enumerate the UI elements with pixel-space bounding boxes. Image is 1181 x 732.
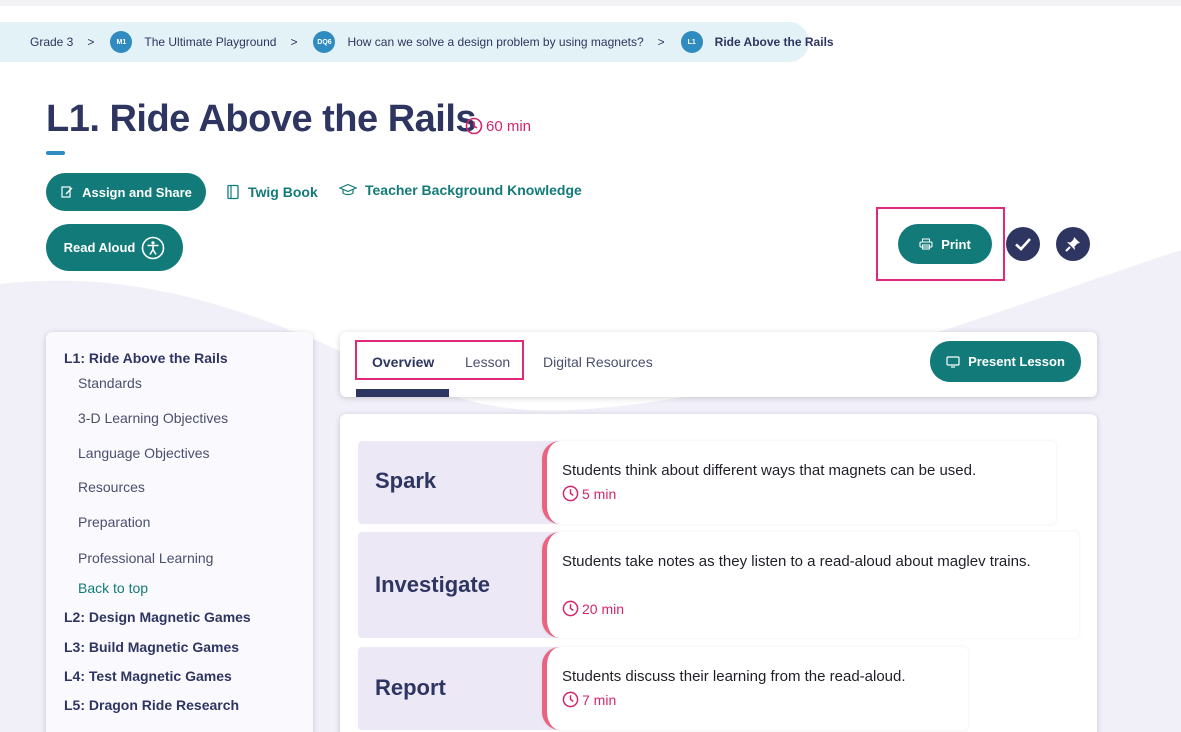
breadcrumb-separator: > <box>290 35 298 49</box>
read-aloud-label: Read Aloud <box>63 240 136 255</box>
clock-icon <box>562 485 579 502</box>
breadcrumb-separator: > <box>657 35 665 49</box>
tab-overview[interactable]: Overview <box>372 354 434 370</box>
phase-description: Students think about different ways that… <box>562 462 977 479</box>
mark-complete-button[interactable] <box>1006 227 1040 261</box>
back-to-top-link[interactable]: Back to top <box>78 580 148 596</box>
page-title: L1. Ride Above the Rails <box>46 98 477 140</box>
phase-time: 5 min <box>562 485 616 502</box>
module-badge: M1 <box>110 31 133 53</box>
present-lesson-button[interactable]: Present Lesson <box>930 341 1081 382</box>
active-tab-indicator <box>356 389 449 397</box>
clock-icon <box>465 117 483 135</box>
assign-share-button[interactable]: Assign and Share <box>46 173 206 211</box>
breadcrumb-grade[interactable]: Grade 3 <box>30 35 73 49</box>
dq-badge: DQ6 <box>313 31 336 53</box>
assign-icon <box>61 186 73 198</box>
tab-lesson[interactable]: Lesson <box>465 354 510 370</box>
sidebar-item-language-objectives[interactable]: Language Objectives <box>78 445 210 461</box>
sidebar-item-professional-learning[interactable]: Professional Learning <box>78 550 213 566</box>
clock-icon <box>562 600 579 617</box>
sidebar-lesson-l5[interactable]: L5: Dragon Ride Research <box>64 697 239 713</box>
lesson-duration: 60 min <box>465 117 531 135</box>
sidebar-item-preparation[interactable]: Preparation <box>78 514 150 530</box>
twig-book-label: Twig Book <box>248 184 318 200</box>
book-icon <box>227 184 239 200</box>
breadcrumb-separator: > <box>87 35 95 49</box>
phase-name: Report <box>375 675 446 700</box>
sidebar-current-lesson[interactable]: L1: Ride Above the Rails <box>64 350 228 366</box>
breadcrumb-lesson: L1 Ride Above the Rails <box>680 31 834 53</box>
present-icon <box>946 355 960 368</box>
graduation-cap-icon <box>339 183 357 196</box>
breadcrumb-module[interactable]: M1 The Ultimate Playground <box>110 31 276 53</box>
phase-spark: Spark Students think about different way… <box>358 441 1056 524</box>
sidebar-lesson-l4[interactable]: L4: Test Magnetic Games <box>64 668 232 684</box>
phase-time: 20 min <box>562 600 624 617</box>
tab-digital-resources[interactable]: Digital Resources <box>543 354 653 370</box>
print-button[interactable]: Print <box>898 224 992 264</box>
clock-icon <box>562 691 579 708</box>
phase-name: Investigate <box>375 572 490 597</box>
title-underline <box>46 151 65 155</box>
twig-book-link[interactable]: Twig Book <box>226 184 318 200</box>
breadcrumb-module-label: The Ultimate Playground <box>144 35 277 49</box>
phase-card: Students take notes as they listen to a … <box>542 532 1079 638</box>
phase-time-text: 7 min <box>582 691 617 708</box>
phase-description: Students take notes as they listen to a … <box>562 553 1031 570</box>
phase-time-text: 20 min <box>582 600 625 617</box>
sidebar-item-learning-objectives[interactable]: 3-D Learning Objectives <box>78 410 228 426</box>
sidebar-lesson-l2[interactable]: L2: Design Magnetic Games <box>64 609 251 625</box>
phase-name: Spark <box>375 468 437 493</box>
phase-description: Students discuss their learning from the… <box>562 668 906 685</box>
phase-time: 7 min <box>562 691 616 708</box>
assign-share-label: Assign and Share <box>82 184 192 200</box>
sidebar-lesson-l3[interactable]: L3: Build Magnetic Games <box>64 639 239 655</box>
accessibility-icon <box>142 236 165 259</box>
phase-report: Report Students discuss their learning f… <box>358 647 968 730</box>
lesson-sidebar: L1: Ride Above the Rails Standards 3-D L… <box>46 332 313 732</box>
teacher-background-link[interactable]: Teacher Background Knowledge <box>339 182 582 198</box>
breadcrumb: Grade 3 > M1 The Ultimate Playground > D… <box>0 22 834 62</box>
pin-icon <box>1065 237 1080 252</box>
sidebar-item-resources[interactable]: Resources <box>78 479 145 495</box>
print-label: Print <box>941 236 971 252</box>
breadcrumb-dq-label: How can we solve a design problem by usi… <box>347 35 644 49</box>
check-icon <box>1015 238 1031 251</box>
present-lesson-label: Present Lesson <box>968 354 1065 369</box>
phase-card: Students think about different ways that… <box>542 441 1056 524</box>
phase-investigate: Investigate Students take notes as they … <box>358 532 1079 638</box>
lesson-badge: L1 <box>680 31 703 53</box>
lesson-duration-text: 60 min <box>486 117 532 135</box>
breadcrumb-lesson-label: Ride Above the Rails <box>714 35 834 49</box>
teacher-background-label: Teacher Background Knowledge <box>365 182 582 198</box>
breadcrumb-dq[interactable]: DQ6 How can we solve a design problem by… <box>313 31 644 53</box>
pin-button[interactable] <box>1056 227 1090 261</box>
phase-card: Students discuss their learning from the… <box>542 647 968 730</box>
read-aloud-button[interactable]: Read Aloud <box>46 224 183 271</box>
phase-time-text: 5 min <box>582 485 617 502</box>
printer-icon <box>919 238 933 250</box>
sidebar-item-standards[interactable]: Standards <box>78 375 142 391</box>
